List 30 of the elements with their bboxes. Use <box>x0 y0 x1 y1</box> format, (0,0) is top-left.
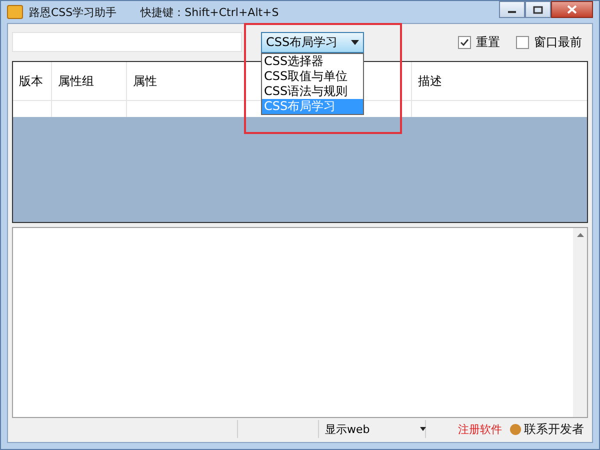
maximize-icon <box>533 6 543 14</box>
minimize-button[interactable] <box>499 1 525 18</box>
checkbox[interactable] <box>458 36 471 48</box>
hotkey-hint: 快捷键：Shift+Ctrl+Alt+S <box>140 4 279 20</box>
checkbox-label: 重置 <box>476 34 500 50</box>
maximize-button[interactable] <box>525 1 551 18</box>
check-icon <box>460 38 469 46</box>
dropdown-option[interactable]: CSS选择器 <box>262 54 363 68</box>
close-button[interactable] <box>551 1 593 18</box>
scroll-up-icon <box>576 233 584 237</box>
column-header: 版本 <box>19 72 43 90</box>
dropdown-option[interactable]: CSS取值与单位 <box>262 68 363 84</box>
checkbox-label: 窗口最前 <box>534 34 582 50</box>
register-link[interactable]: 注册软件 <box>458 422 502 436</box>
caret-icon <box>351 40 359 44</box>
search-field[interactable] <box>12 32 242 52</box>
dropdown-option[interactable]: CSS语法与规则 <box>262 84 363 98</box>
app-icon <box>7 5 23 19</box>
display-dropdown[interactable]: 显示web <box>325 422 426 436</box>
close-icon <box>567 5 577 14</box>
column-header: 属性组 <box>58 72 94 90</box>
column-header: 描述 <box>418 72 442 90</box>
column-header: 属性 <box>133 72 157 90</box>
contact-icon <box>510 424 521 434</box>
caret-icon <box>420 427 426 431</box>
checkbox[interactable] <box>516 36 529 48</box>
scrollbar[interactable] <box>573 228 587 417</box>
window-title: 路恩CSS学习助手 <box>29 4 117 20</box>
contact-link[interactable]: 联系开发者 <box>524 420 584 438</box>
category-dropdown[interactable]: CSS布局学习 <box>261 32 364 52</box>
